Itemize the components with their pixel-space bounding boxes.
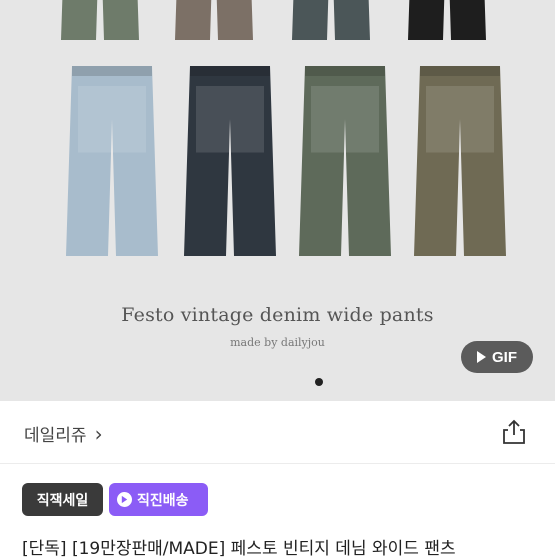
direct-delivery-label: 직진배송 [137,492,189,509]
image-caption-title: Festo vintage denim wide pants [121,304,434,326]
sale-tag: 직잭세일 [22,483,103,516]
jeans-top-3 [292,0,370,40]
play-icon [477,351,486,363]
jeans-bottom-3-fade [311,86,379,153]
store-link[interactable]: 데일리쥬 › [24,421,103,447]
carousel-indicator [315,378,323,386]
sale-tag-label: 직잭세일 [36,492,89,509]
direct-delivery-tag: 직진배송 [109,483,208,516]
jeans-bottom-1-waistband [72,66,152,76]
chevron-right-icon: › [94,421,103,446]
store-row[interactable]: 데일리쥬 › [0,401,555,464]
jeans-bottom-2-waistband [190,66,270,76]
product-title: [단독] [19만장판매/MADE] 페스토 빈티지 데님 와이드 팬츠 [22,539,456,559]
delivery-icon [117,492,132,507]
jeans-bottom-2-fade [196,86,264,153]
gif-play-button[interactable]: GIF [461,341,533,373]
jeans-bottom-3-waistband [305,66,385,76]
store-name: 데일리쥬 [24,426,87,446]
jeans-top-1 [61,0,139,40]
jeans-bottom-1-fade [78,86,146,153]
share-icon[interactable] [500,418,528,446]
jeans-top-4 [408,0,486,40]
jeans-top-2 [175,0,253,40]
tag-list: 직잭세일 직진배송 [22,483,208,516]
gif-label: GIF [492,348,517,366]
product-image[interactable]: Festo vintage denim wide pants made by d… [0,0,555,401]
jeans-bottom-4-waistband [420,66,500,76]
jeans-bottom-4-fade [426,86,494,153]
